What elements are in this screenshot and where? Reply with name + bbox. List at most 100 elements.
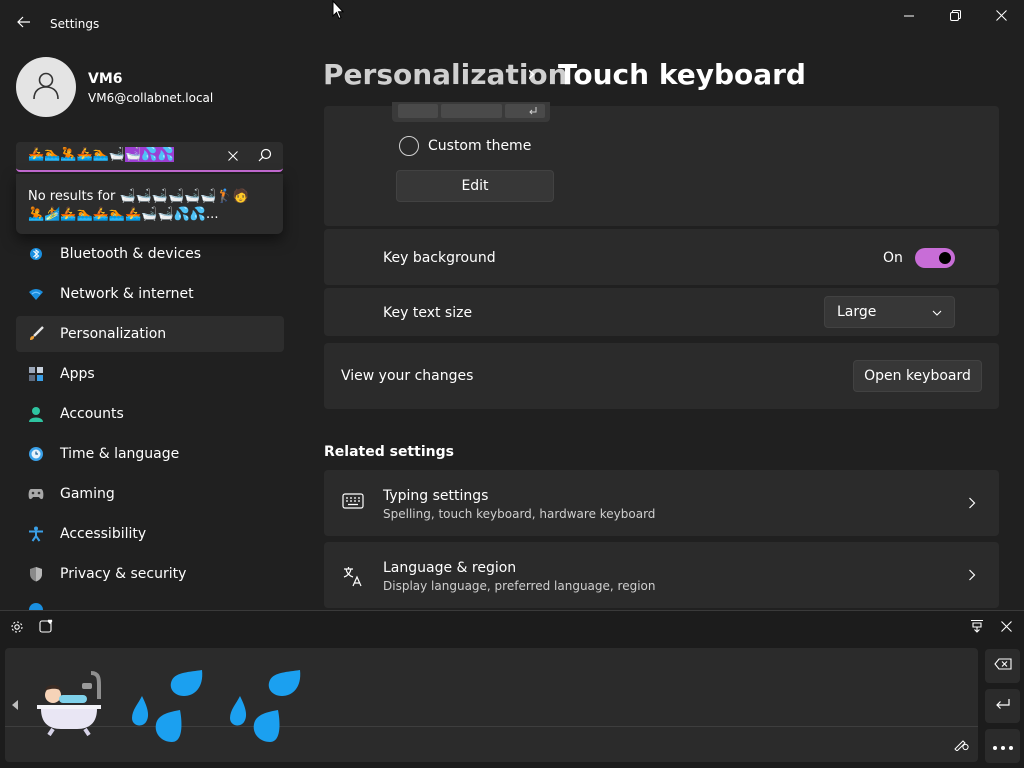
restore-button[interactable] xyxy=(932,2,978,32)
more-icon xyxy=(992,738,1013,754)
custom-theme-radio[interactable] xyxy=(399,136,419,156)
sidebar-item-label: Gaming xyxy=(60,486,115,502)
keyboard-layout-button[interactable] xyxy=(968,619,986,637)
restore-icon xyxy=(949,9,961,25)
clear-search-button[interactable] xyxy=(223,147,243,167)
key-text-size-label: Key text size xyxy=(383,305,473,321)
language-region-title: Language & region xyxy=(383,560,517,576)
search-icon xyxy=(258,148,272,166)
search-input[interactable]: 🚣🏊🤽🚣🏊🛁🛁💦💦 xyxy=(16,142,283,172)
sweat-droplets-icon xyxy=(132,670,203,742)
sidebar-item-apps[interactable]: Apps xyxy=(16,356,284,392)
emoji-candidate-sweat-droplets[interactable] xyxy=(224,665,304,743)
sidebar-item-label: Bluetooth & devices xyxy=(60,246,202,262)
minimize-icon xyxy=(904,9,914,25)
mouse-cursor-icon xyxy=(332,0,345,24)
related-settings-heading: Related settings xyxy=(324,444,454,460)
wifi-icon xyxy=(28,286,44,302)
sidebar-item-bluetooth-devices[interactable]: Bluetooth & devices xyxy=(16,236,284,272)
gear-icon xyxy=(10,620,24,638)
sidebar-item-privacy-security[interactable]: Privacy & security xyxy=(16,556,284,592)
sidebar-item-label: Accessibility xyxy=(60,526,147,542)
open-keyboard-button[interactable]: Open keyboard xyxy=(853,360,982,392)
emoji-heart-icon xyxy=(39,619,53,637)
minimize-button[interactable] xyxy=(886,2,932,32)
sidebar-item-accessibility[interactable]: Accessibility xyxy=(16,516,284,552)
typing-settings-subtitle: Spelling, touch keyboard, hardware keybo… xyxy=(383,507,656,521)
more-keys-button[interactable] xyxy=(985,729,1020,763)
sweat-droplets-icon xyxy=(230,670,301,742)
page-title: Touch keyboard xyxy=(558,58,806,91)
shield-icon xyxy=(28,566,44,582)
language-icon xyxy=(342,565,364,587)
close-icon xyxy=(1000,620,1012,636)
sidebar-item-label: Personalization xyxy=(60,326,167,342)
key-background-label: Key background xyxy=(383,250,496,266)
chevron-right-icon xyxy=(968,494,976,513)
accessibility-icon xyxy=(28,526,44,542)
apps-icon xyxy=(28,366,44,382)
pen-icon xyxy=(953,737,969,755)
dropdown-value: Large xyxy=(837,304,877,320)
enter-key[interactable] xyxy=(985,689,1020,723)
sidebar-item-accounts[interactable]: Accounts xyxy=(16,396,284,432)
typing-settings-title: Typing settings xyxy=(383,488,489,504)
app-title: Settings xyxy=(50,17,100,31)
no-results-message-continued: 🤽🏄🚣🏊🚣🏊🚣🛁🛁💦💦... xyxy=(28,207,219,222)
scroll-left-button[interactable] xyxy=(8,698,22,716)
avatar[interactable] xyxy=(16,57,76,117)
handwriting-button[interactable] xyxy=(952,737,970,755)
emoji-candidate-sweat-droplets[interactable] xyxy=(126,665,206,743)
backspace-icon xyxy=(993,658,1012,674)
back-button[interactable] xyxy=(10,12,38,36)
controller-icon xyxy=(28,486,44,502)
clock-globe-icon xyxy=(28,446,44,462)
user-name: VM6 xyxy=(88,71,123,87)
sidebar-item-label: Network & internet xyxy=(60,286,194,302)
breadcrumb-separator: › xyxy=(527,62,536,87)
search-query-selection: 🛁💦💦 xyxy=(125,147,174,162)
sidebar-item-label: Privacy & security xyxy=(60,566,187,582)
search-button[interactable] xyxy=(255,147,275,167)
backspace-key[interactable] xyxy=(985,649,1020,683)
sidebar-item-personalization[interactable]: Personalization xyxy=(16,316,284,352)
back-arrow-icon xyxy=(17,16,31,32)
brush-icon xyxy=(28,326,44,342)
sidebar-item-label: Accounts xyxy=(60,406,124,422)
close-window-button[interactable] xyxy=(978,2,1024,32)
person-icon xyxy=(28,406,44,422)
chevron-right-icon xyxy=(968,566,976,585)
edit-theme-button[interactable]: Edit xyxy=(396,170,554,202)
theme-card xyxy=(324,106,999,226)
windows-update-icon xyxy=(28,602,44,610)
close-icon xyxy=(228,149,238,165)
key-text-size-dropdown[interactable]: Large xyxy=(824,296,955,328)
sidebar-item-network-internet[interactable]: Network & internet xyxy=(16,276,284,312)
sidebar-item-label: Apps xyxy=(60,366,95,382)
user-email: VM6@collabnet.local xyxy=(88,91,214,105)
close-icon xyxy=(995,9,1007,25)
keyboard-icon xyxy=(342,493,364,511)
preview-key xyxy=(398,104,438,118)
enter-icon xyxy=(995,698,1011,714)
enter-icon xyxy=(528,104,538,120)
sidebar-item-gaming[interactable]: Gaming xyxy=(16,476,284,512)
search-query: 🚣🏊🤽🚣🏊🛁🛁💦💦 xyxy=(28,147,200,162)
search-results-popup: No results for 🛁🛁🛁🛁🛁🛁🏌️🧑 🤽🏄🚣🏊🚣🏊🚣🛁🛁💦💦... xyxy=(16,174,283,234)
bathtub-person-icon xyxy=(37,671,101,737)
dock-icon xyxy=(970,619,984,637)
bluetooth-icon xyxy=(28,246,44,262)
keyboard-settings-button[interactable] xyxy=(8,620,26,638)
emoji-candidate-bathtub[interactable] xyxy=(32,665,106,743)
caret-left-icon xyxy=(11,699,19,715)
close-keyboard-button[interactable] xyxy=(997,619,1015,637)
custom-theme-label: Custom theme xyxy=(428,138,532,154)
chevron-down-icon xyxy=(932,304,942,320)
emoji-panel-button[interactable] xyxy=(37,619,55,637)
key-background-state: On xyxy=(883,250,903,266)
toggle-knob xyxy=(939,252,951,264)
sidebar-item-time-language[interactable]: Time & language xyxy=(16,436,284,472)
sidebar-item-label: Time & language xyxy=(60,446,180,462)
view-changes-label: View your changes xyxy=(341,368,474,384)
language-region-subtitle: Display language, preferred language, re… xyxy=(383,579,656,593)
